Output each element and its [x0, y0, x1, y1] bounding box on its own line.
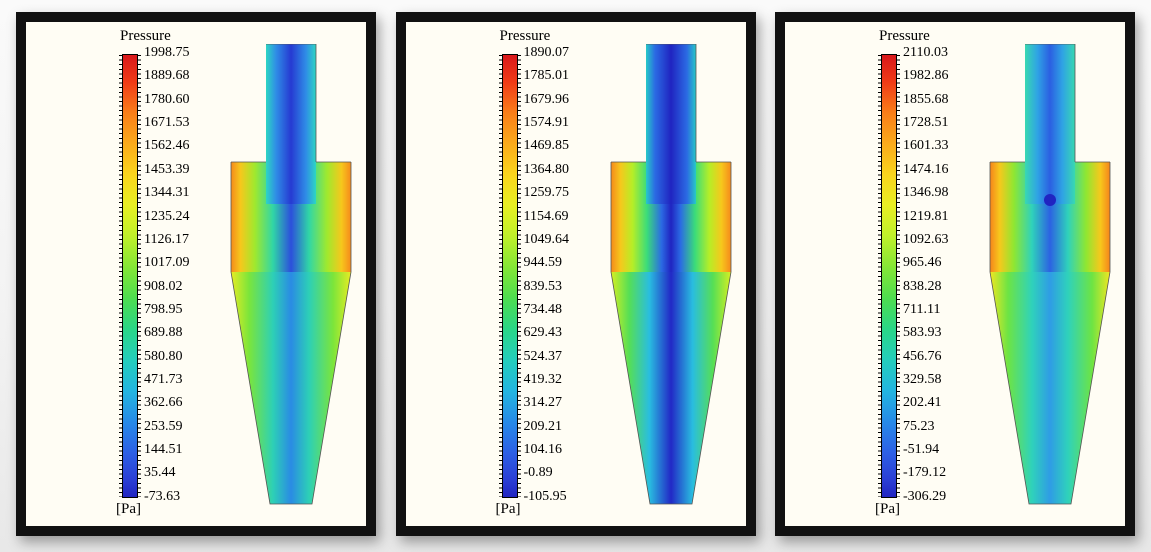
legend-value: -105.95	[524, 490, 604, 504]
panel-3-cyclone-contour	[985, 44, 1115, 510]
panel-2-unit: [Pa]	[496, 501, 521, 518]
legend-value: 1780.60	[144, 93, 224, 107]
legend-value: 1562.46	[144, 139, 224, 153]
legend-value: 1889.68	[144, 69, 224, 83]
legend-value: 1679.96	[524, 93, 604, 107]
panel-2-labels: 1890.07 1785.01 1679.96 1574.91 1469.85 …	[524, 46, 604, 504]
panel-3-title: Pressure	[879, 28, 930, 45]
panel-2-canvas: Pressure 1890.07 1785.01 1679.96 1574.91…	[406, 22, 746, 526]
legend-value: 1453.39	[144, 163, 224, 177]
legend-value: 1728.51	[903, 116, 983, 130]
legend-value: 629.43	[524, 326, 604, 340]
legend-value: 944.59	[524, 256, 604, 270]
panel-1-cyclone-contour	[226, 44, 356, 510]
panel-3-unit: [Pa]	[875, 501, 900, 518]
legend-value: 1259.75	[524, 186, 604, 200]
legend-value: -0.89	[524, 466, 604, 480]
legend-value: 329.58	[903, 373, 983, 387]
legend-value: 734.48	[524, 303, 604, 317]
legend-value: 471.73	[144, 373, 224, 387]
legend-value: 419.32	[524, 373, 604, 387]
legend-value: 798.95	[144, 303, 224, 317]
panel-2-title: Pressure	[500, 28, 551, 45]
legend-value: 1346.98	[903, 186, 983, 200]
legend-value: 253.59	[144, 420, 224, 434]
legend-value: 1671.53	[144, 116, 224, 130]
legend-value: 1855.68	[903, 93, 983, 107]
legend-value: 1474.16	[903, 163, 983, 177]
panel-1-colorbar	[122, 54, 138, 498]
panel-2-frame: Pressure 1890.07 1785.01 1679.96 1574.91…	[396, 12, 756, 536]
legend-value: 1092.63	[903, 233, 983, 247]
legend-value: 1235.24	[144, 210, 224, 224]
legend-value: 838.28	[903, 280, 983, 294]
legend-value: 1219.81	[903, 210, 983, 224]
legend-value: 711.11	[903, 303, 983, 317]
legend-value: 35.44	[144, 466, 224, 480]
legend-value: 1469.85	[524, 139, 604, 153]
legend-value: -51.94	[903, 443, 983, 457]
legend-value: 456.76	[903, 350, 983, 364]
panels-row: Pressure 1998.75 1889.68 1780.60 1671.53…	[0, 0, 1151, 548]
legend-value: -179.12	[903, 466, 983, 480]
legend-value: 1126.17	[144, 233, 224, 247]
legend-value: 1998.75	[144, 46, 224, 60]
legend-value: 1890.07	[524, 46, 604, 60]
panel-2-colorbar	[502, 54, 518, 498]
panel-1-canvas: Pressure 1998.75 1889.68 1780.60 1671.53…	[26, 22, 366, 526]
legend-value: 362.66	[144, 396, 224, 410]
legend-value: 1154.69	[524, 210, 604, 224]
panel-2-cyclone-contour	[606, 44, 736, 510]
legend-value: 1785.01	[524, 69, 604, 83]
panel-3-frame: Pressure 2110.03 1982.86 1855.68 1728.51…	[775, 12, 1135, 536]
legend-value: 2110.03	[903, 46, 983, 60]
legend-value: 580.80	[144, 350, 224, 364]
legend-value: 144.51	[144, 443, 224, 457]
legend-value: 1017.09	[144, 256, 224, 270]
panel-1-title: Pressure	[120, 28, 171, 45]
legend-value: 689.88	[144, 326, 224, 340]
legend-value: 1049.64	[524, 233, 604, 247]
panel-3-canvas: Pressure 2110.03 1982.86 1855.68 1728.51…	[785, 22, 1125, 526]
legend-value: 1601.33	[903, 139, 983, 153]
legend-value: 583.93	[903, 326, 983, 340]
legend-value: 1574.91	[524, 116, 604, 130]
legend-value: 1344.31	[144, 186, 224, 200]
panel-3-colorbar	[881, 54, 897, 498]
panel-1-labels: 1998.75 1889.68 1780.60 1671.53 1562.46 …	[144, 46, 224, 504]
legend-value: 1364.80	[524, 163, 604, 177]
panel-3-labels: 2110.03 1982.86 1855.68 1728.51 1601.33 …	[903, 46, 983, 504]
legend-value: 209.21	[524, 420, 604, 434]
legend-value: 314.27	[524, 396, 604, 410]
legend-value: 202.41	[903, 396, 983, 410]
legend-value: 104.16	[524, 443, 604, 457]
legend-value: 75.23	[903, 420, 983, 434]
legend-value: 908.02	[144, 280, 224, 294]
legend-value: -73.63	[144, 490, 224, 504]
legend-value: 524.37	[524, 350, 604, 364]
legend-value: 965.46	[903, 256, 983, 270]
legend-value: 1982.86	[903, 69, 983, 83]
legend-value: 839.53	[524, 280, 604, 294]
legend-value: -306.29	[903, 490, 983, 504]
panel-1-frame: Pressure 1998.75 1889.68 1780.60 1671.53…	[16, 12, 376, 536]
panel-1-unit: [Pa]	[116, 501, 141, 518]
